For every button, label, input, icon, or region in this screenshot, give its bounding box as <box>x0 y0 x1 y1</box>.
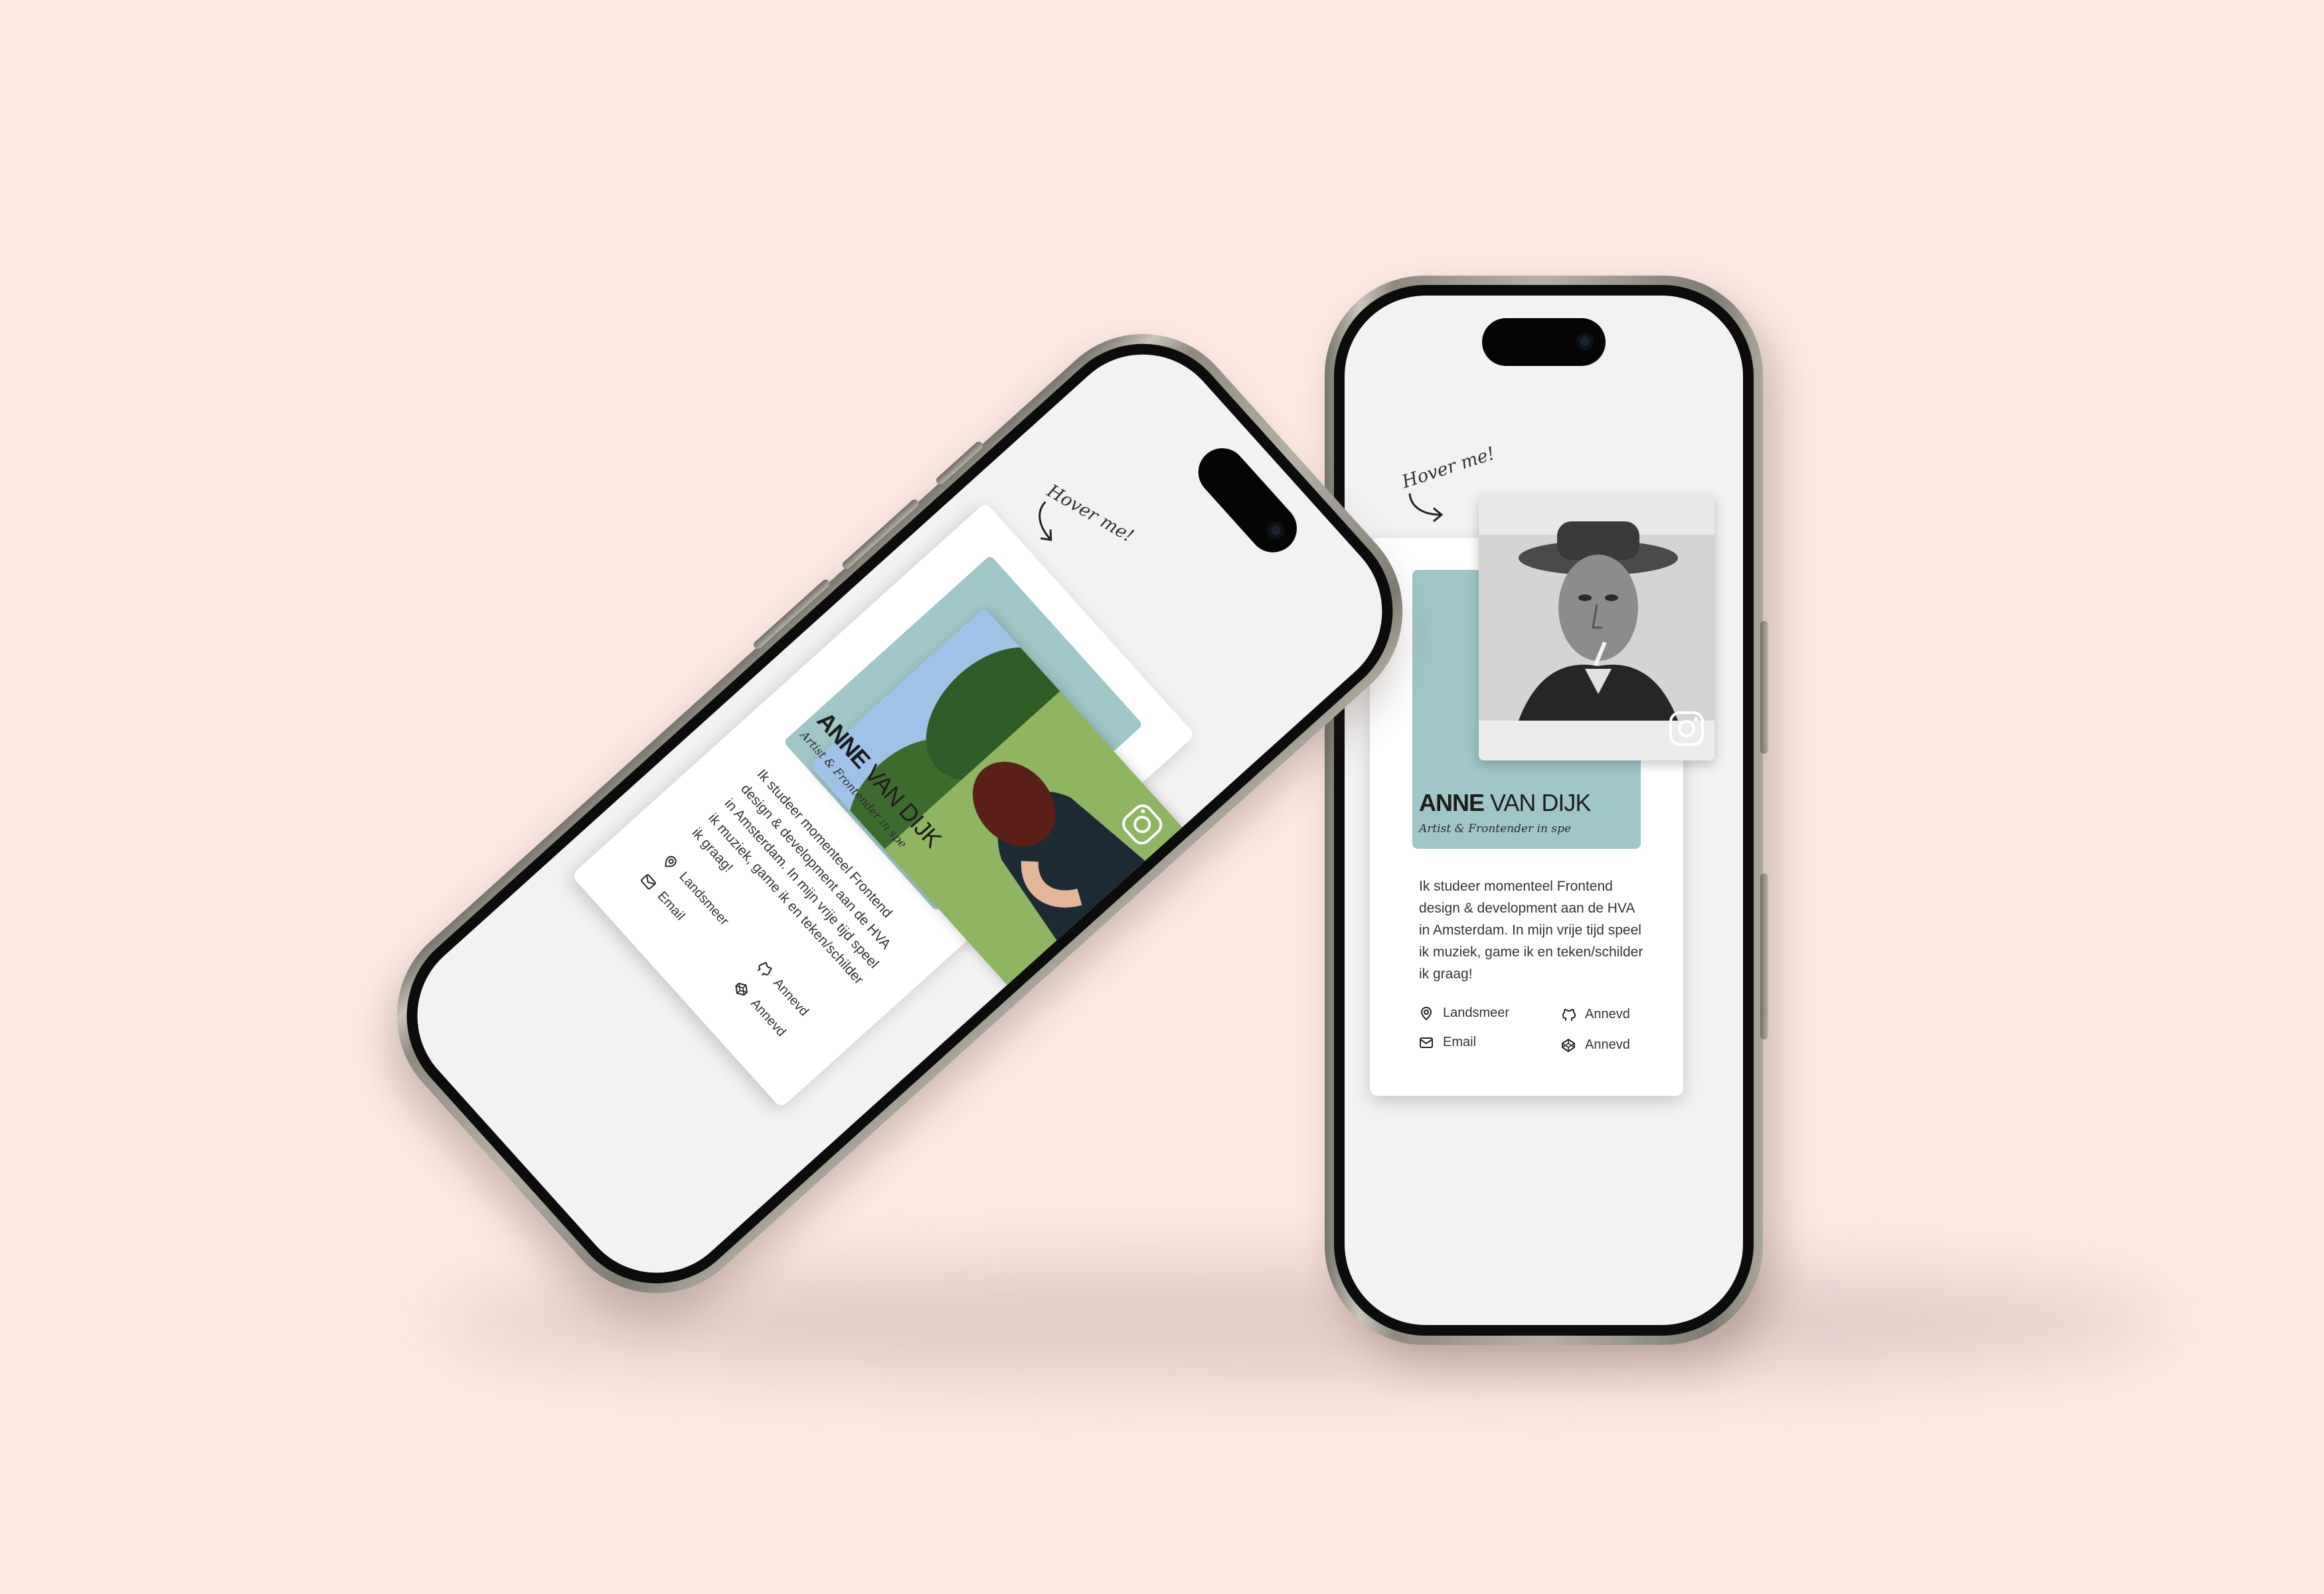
contact-github[interactable]: Annevd <box>1561 1007 1630 1022</box>
profile-card[interactable]: ANNE VAN DIJK Artist & Frontender in spe… <box>1370 495 1714 1096</box>
phone-screen: Hover me! ANNE VAN DIJK Artist & Fronten… <box>1345 296 1743 1325</box>
codepen-icon <box>735 982 748 996</box>
profile-card[interactable]: ANNE VAN DIJK Artist & Frontender in spe… <box>571 501 1196 1108</box>
profile-subtitle: Artist & Frontender in spe <box>1419 822 1572 836</box>
github-icon <box>1562 1008 1576 1021</box>
mail-icon <box>641 873 657 889</box>
instagram-icon[interactable] <box>1668 710 1705 747</box>
profile-photo[interactable] <box>1479 495 1714 760</box>
github-icon <box>758 962 772 976</box>
mail-icon <box>1420 1037 1433 1048</box>
contact-location: Landsmeer <box>1419 1006 1509 1021</box>
phone-right: Hover me! ANNE VAN DIJK Artist & Fronten… <box>1325 276 1768 1345</box>
contact-list: Landsmeer Annevd Email Annevd <box>1419 1006 1647 1065</box>
location-pin-icon <box>665 855 677 867</box>
dynamic-island <box>1482 318 1606 366</box>
contact-codepen[interactable]: Annevd <box>1561 1037 1630 1053</box>
profile-bio: Ik studeer momenteel Frontend design & d… <box>1419 879 1643 982</box>
arrow-icon <box>1408 493 1444 523</box>
phone-screen: Hover me! ANNE VAN DIJK Artist & Fronten… <box>384 321 1416 1306</box>
location-pin-icon <box>1420 1006 1432 1020</box>
phone-left: Hover me! ANNE VAN DIJK Artist & Fronten… <box>355 293 1444 1334</box>
codepen-icon <box>1562 1038 1575 1052</box>
profile-name: ANNE VAN DIJK <box>1419 789 1591 816</box>
hover-hint: Hover me! <box>1399 443 1498 493</box>
dynamic-island <box>1188 438 1307 563</box>
contact-email[interactable]: Email <box>1419 1035 1476 1050</box>
